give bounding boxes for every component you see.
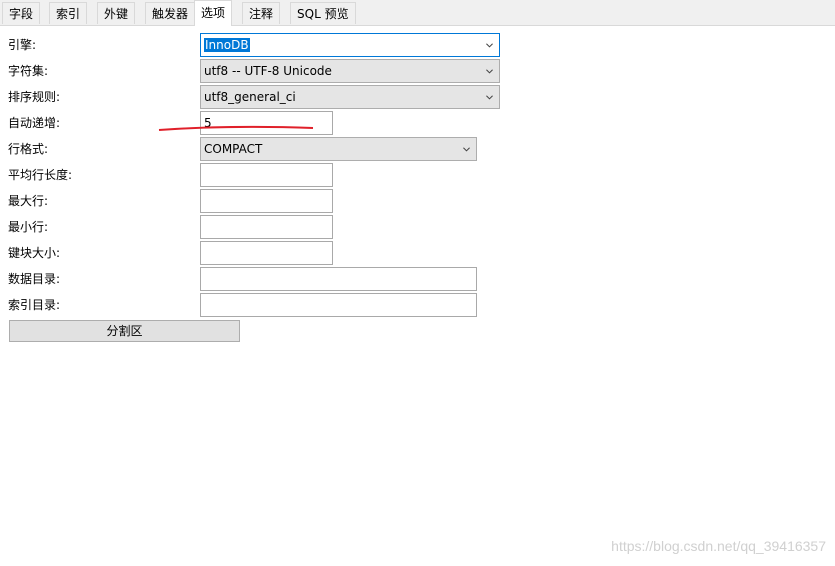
chevron-down-icon <box>486 95 493 100</box>
tab-options[interactable]: 选项 <box>194 0 233 26</box>
tab-foreign-keys[interactable]: 外键 <box>97 2 136 24</box>
index-directory-input[interactable] <box>200 293 477 317</box>
collation-value: utf8_general_ci <box>204 90 296 104</box>
row-format-value: COMPACT <box>204 142 263 156</box>
partition-button[interactable]: 分割区 <box>9 320 240 342</box>
chevron-down-icon <box>486 43 493 48</box>
row-format-select[interactable]: COMPACT <box>200 137 477 161</box>
row-format-label: 行格式: <box>8 142 49 156</box>
avg-row-length-input[interactable] <box>200 163 333 187</box>
avg-row-length-label: 平均行长度: <box>8 168 73 182</box>
tab-sql-preview[interactable]: SQL 预览 <box>290 2 356 24</box>
tab-bar: 字段 索引 外键 触发器 选项 注释 SQL 预览 <box>0 0 835 26</box>
min-rows-label: 最小行: <box>8 220 49 234</box>
key-block-size-label: 键块大小: <box>8 246 61 260</box>
max-rows-label: 最大行: <box>8 194 49 208</box>
data-directory-label: 数据目录: <box>8 272 61 286</box>
collation-select[interactable]: utf8_general_ci <box>200 85 500 109</box>
charset-value: utf8 -- UTF-8 Unicode <box>204 64 332 78</box>
tab-fields[interactable]: 字段 <box>2 2 41 24</box>
max-rows-input[interactable] <box>200 189 333 213</box>
watermark: https://blog.csdn.net/qq_39416357 <box>611 538 826 554</box>
engine-value: InnoDB <box>204 38 250 52</box>
key-block-size-input[interactable] <box>200 241 333 265</box>
tab-indexes[interactable]: 索引 <box>49 2 88 24</box>
tab-comments[interactable]: 注释 <box>242 2 281 24</box>
auto-increment-label: 自动递增: <box>8 116 61 130</box>
chevron-down-icon <box>486 69 493 74</box>
chevron-down-icon <box>463 147 470 152</box>
data-directory-input[interactable] <box>200 267 477 291</box>
engine-label: 引擎: <box>8 38 37 52</box>
charset-select[interactable]: utf8 -- UTF-8 Unicode <box>200 59 500 83</box>
index-directory-label: 索引目录: <box>8 298 61 312</box>
annotation-underline <box>158 125 314 131</box>
engine-select[interactable]: InnoDB <box>200 33 500 57</box>
tab-triggers[interactable]: 触发器 <box>145 2 196 24</box>
min-rows-input[interactable] <box>200 215 333 239</box>
collation-label: 排序规则: <box>8 90 61 104</box>
charset-label: 字符集: <box>8 64 49 78</box>
